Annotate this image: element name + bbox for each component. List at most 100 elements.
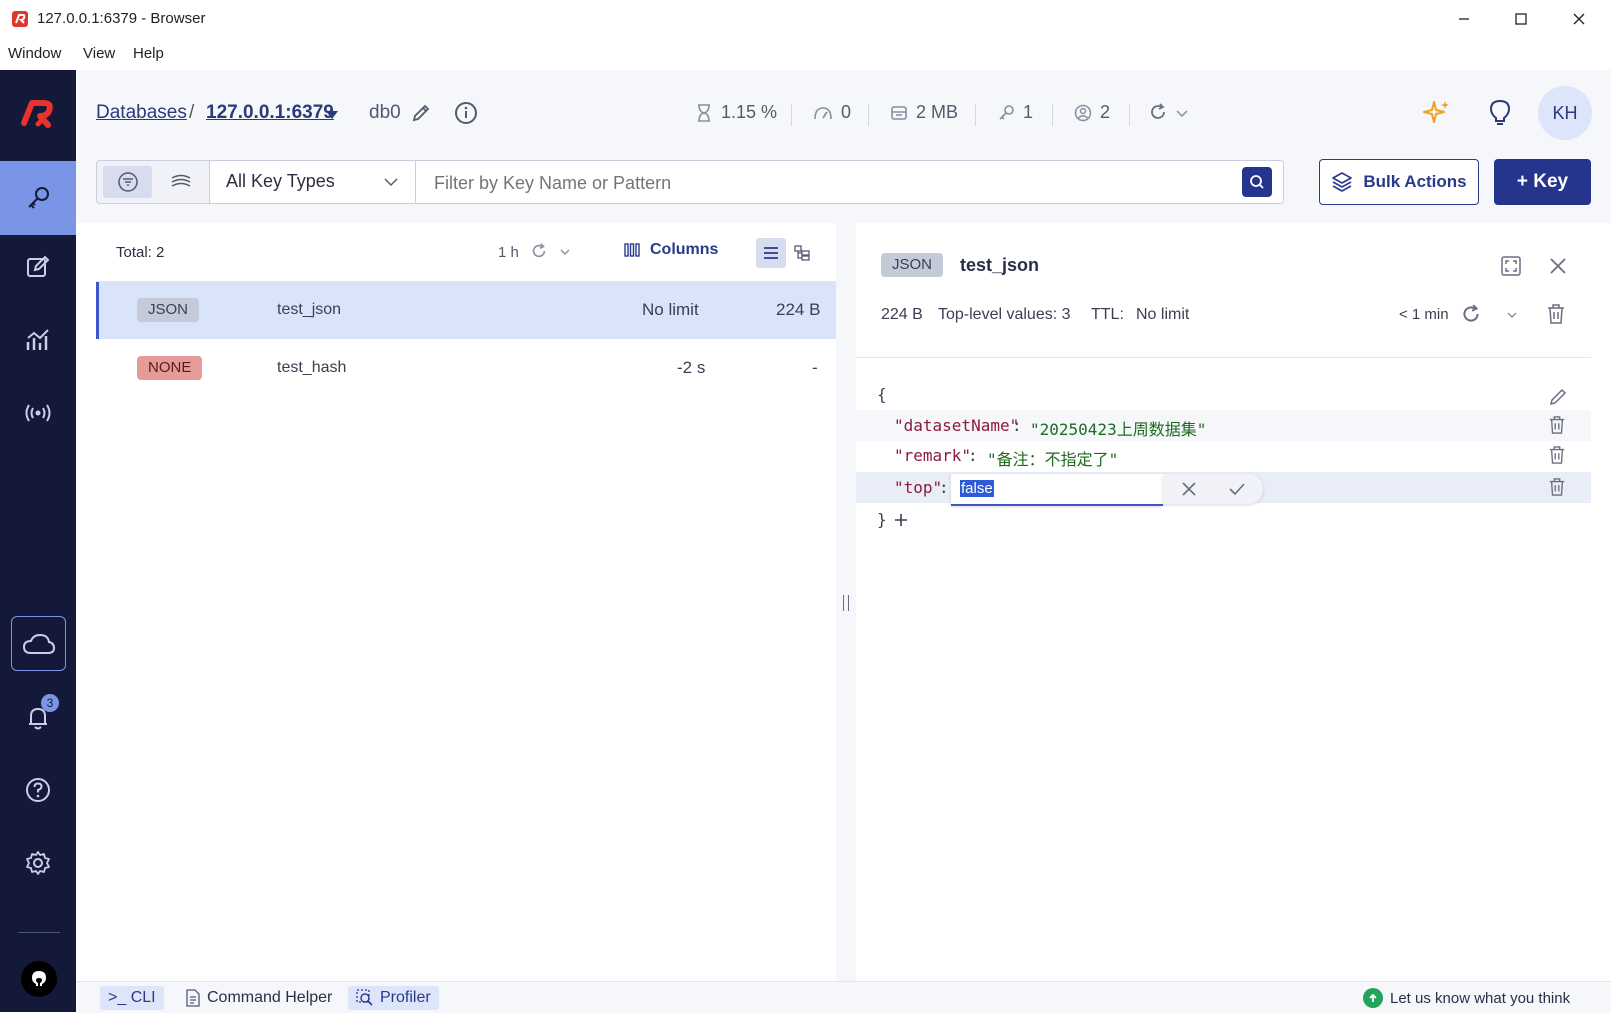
key-size: 224 B (776, 300, 821, 319)
insights-lightbulb-icon[interactable] (1489, 99, 1511, 127)
refresh-key-icon[interactable] (1460, 303, 1482, 325)
notifications-button[interactable]: 3 (0, 680, 76, 754)
key-type-badge-json: JSON (137, 298, 200, 322)
edit-db-pencil-icon[interactable] (411, 103, 431, 123)
tree-view-icon (794, 245, 810, 261)
profiler-button[interactable]: Profiler (348, 986, 439, 1010)
json-row-remark[interactable]: "remark" : "备注：不指定了" (856, 441, 1591, 472)
profiler-search-icon (356, 989, 373, 1006)
json-colon: : (939, 478, 949, 497)
key-ttl: No limit (642, 300, 699, 319)
db-name: db0 (369, 102, 401, 123)
ai-sparkle-icon[interactable] (1422, 98, 1452, 128)
stat-keys-value: 1 (1023, 102, 1034, 122)
add-field-plus-icon[interactable] (894, 513, 908, 527)
github-icon[interactable] (21, 961, 57, 997)
json-row-datasetname[interactable]: "datasetName" : "20250423上周数据集" (856, 410, 1591, 441)
key-name: test_hash (277, 359, 347, 376)
key-type-select[interactable]: All Key Types (210, 160, 416, 204)
cloud-icon (22, 633, 55, 654)
view-mode-toggle (96, 160, 210, 204)
refresh-chevron-down-icon[interactable] (560, 249, 570, 256)
command-helper-button[interactable]: Command Helper (177, 986, 340, 1010)
nav-analysis[interactable] (0, 303, 76, 377)
user-avatar[interactable]: KH (1538, 86, 1592, 140)
menu-window[interactable]: Window (8, 45, 61, 62)
nav-pubsub[interactable] (0, 376, 76, 450)
json-key: "remark" (894, 446, 972, 465)
nav-workbench[interactable] (0, 230, 76, 304)
redis-logo-icon[interactable] (0, 76, 76, 150)
vector-search-button[interactable] (159, 166, 203, 198)
minimize-button[interactable] (1441, 0, 1487, 37)
stat-clients-value: 2 (1100, 102, 1111, 122)
delete-key-trash-icon[interactable] (1546, 303, 1566, 325)
json-value[interactable]: "备注：不指定了" (987, 446, 1118, 470)
edit-document-icon (27, 255, 50, 277)
stat-separator (975, 104, 976, 126)
drag-handle-icon[interactable] (843, 595, 849, 611)
cli-button[interactable]: >_ CLI (100, 986, 164, 1010)
key-row-test-hash[interactable]: NONE test_hash -2 s - (96, 340, 836, 397)
maximize-button[interactable] (1498, 0, 1544, 37)
cancel-edit-icon[interactable] (1182, 482, 1196, 496)
feedback-link[interactable]: Let us know what you think (1354, 986, 1578, 1010)
delete-field-trash-icon[interactable] (1548, 445, 1566, 465)
refresh-stats-icon[interactable] (1148, 102, 1168, 122)
clients-icon (1074, 104, 1092, 121)
json-value[interactable]: "20250423上周数据集" (1030, 416, 1206, 440)
json-value-input[interactable]: false (960, 480, 994, 497)
stat-cpu: 1.15 % (695, 102, 777, 123)
app-logo-icon (12, 11, 28, 27)
total-keys: Total: 2 (116, 244, 165, 261)
db-dropdown-icon[interactable] (325, 110, 339, 120)
add-key-button[interactable]: + Key (1494, 159, 1591, 205)
notification-count-badge: 3 (41, 694, 59, 712)
nav-divider (18, 932, 60, 933)
settings-button[interactable] (0, 826, 76, 900)
inline-edit-actions (1163, 474, 1263, 504)
stat-ops-value: 0 (841, 102, 852, 122)
filter-input[interactable] (432, 169, 1216, 197)
json-close-brace: } (877, 510, 887, 529)
filter-circle-icon (117, 172, 138, 192)
menu-view[interactable]: View (83, 45, 115, 62)
stat-cpu-value: 1.15 % (721, 102, 778, 122)
tree-view-button[interactable] (787, 238, 817, 268)
json-value-editor[interactable]: false (951, 474, 1163, 506)
breadcrumb-db-address[interactable]: 127.0.0.1:6379 (206, 102, 334, 124)
edit-json-pencil-icon[interactable] (1548, 387, 1568, 407)
filter-view-button[interactable] (103, 166, 152, 198)
details-key-name[interactable]: test_json (960, 255, 1039, 276)
columns-button[interactable]: Columns (624, 241, 718, 259)
details-ttl-value[interactable]: No limit (1136, 306, 1189, 324)
panel-splitter[interactable] (836, 223, 856, 981)
details-divider (856, 357, 1591, 358)
apply-edit-check-icon[interactable] (1229, 482, 1245, 496)
refresh-key-chevron-down-icon[interactable] (1507, 312, 1517, 319)
search-button[interactable] (1242, 167, 1272, 197)
close-window-button[interactable] (1556, 0, 1602, 37)
key-row-test-json[interactable]: JSON test_json No limit 224 B (96, 282, 836, 339)
delete-field-trash-icon[interactable] (1548, 477, 1566, 497)
key-list-panel: Total: 2 1 h Columns JSON test_json No l… (96, 223, 836, 981)
auto-refresh-chevron-down-icon[interactable] (1176, 110, 1188, 118)
breadcrumb-databases[interactable]: Databases (96, 102, 187, 124)
list-view-button[interactable] (756, 238, 786, 268)
close-details-icon[interactable] (1549, 257, 1567, 275)
gauge-icon (814, 106, 832, 119)
menu-help[interactable]: Help (133, 45, 164, 62)
help-button[interactable] (0, 753, 76, 827)
nav-browser[interactable] (0, 161, 76, 235)
stat-memory: 2 MB (890, 102, 958, 123)
delete-field-trash-icon[interactable] (1548, 415, 1566, 435)
refresh-keys-icon[interactable] (530, 242, 548, 260)
fullscreen-icon[interactable] (1500, 255, 1522, 277)
json-key: "top" (894, 478, 943, 497)
key-size: - (812, 358, 818, 377)
json-row-top[interactable]: "top" : false (856, 472, 1591, 506)
db-info-icon[interactable] (454, 101, 478, 125)
filter-input-box[interactable] (416, 160, 1284, 204)
cloud-button[interactable] (11, 616, 66, 671)
bulk-actions-button[interactable]: Bulk Actions (1319, 159, 1479, 205)
